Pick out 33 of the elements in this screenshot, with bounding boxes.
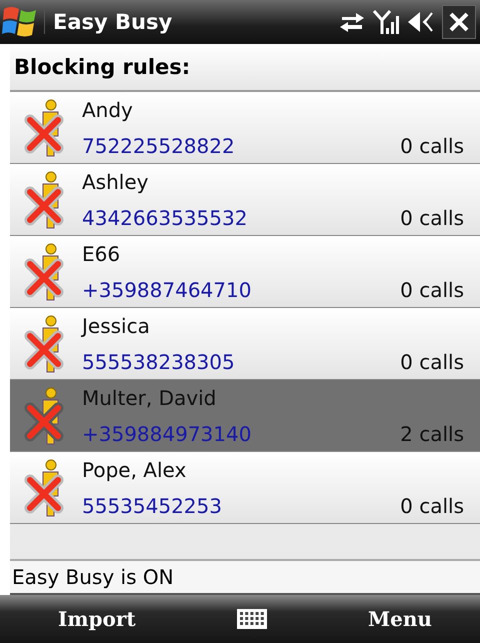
contact-name: Multer, David [82,386,218,410]
contact-name: Pope, Alex [82,458,188,482]
phone-number: +359887464710 [82,278,252,302]
rule-row[interactable]: Pope, Alex 55535452253 0 calls [10,452,480,524]
contact-name: Andy [82,98,134,122]
rule-row[interactable]: Multer, David +359884973140 2 calls [10,380,480,452]
phone-number: +359884973140 [82,422,252,446]
phone-number: 55535452253 [82,494,223,518]
close-icon [448,11,470,33]
status-text: Easy Busy is ON [10,559,480,595]
import-button[interactable]: Import [50,603,144,635]
call-count: 2 calls [400,422,464,446]
phone-number: 752225528822 [82,134,236,158]
window-title: Easy Busy [44,10,332,34]
call-count: 0 calls [400,494,464,518]
close-button[interactable] [442,5,476,39]
rule-row[interactable]: Jessica 555538238305 0 calls [10,308,480,380]
call-count: 0 calls [400,134,464,158]
windows-logo-icon[interactable] [2,5,38,39]
keyboard-icon[interactable] [236,608,268,630]
phone-number: 555538238305 [82,350,236,374]
call-count: 0 calls [400,350,464,374]
phone-number: 4342663535532 [82,206,248,230]
rule-row[interactable]: E66 +359887464710 0 calls [10,236,480,308]
contact-name: E66 [82,242,122,266]
menu-button[interactable]: Menu [360,603,440,635]
rule-row[interactable]: Ashley 4342663535532 0 calls [10,164,480,236]
call-count: 0 calls [400,206,464,230]
sync-arrows-icon[interactable] [338,10,366,34]
signal-icon[interactable] [372,8,400,36]
contact-name: Ashley [82,170,150,194]
contact-name: Jessica [82,314,151,338]
call-count: 0 calls [400,278,464,302]
